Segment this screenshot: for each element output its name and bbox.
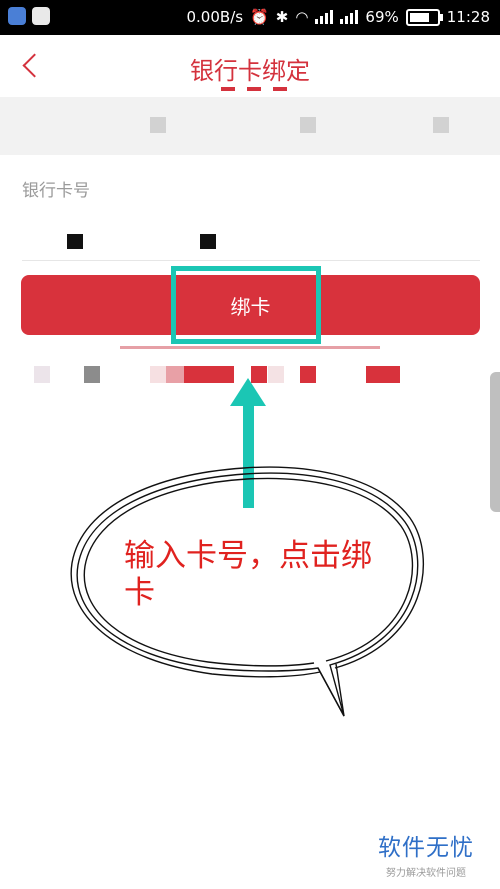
watermark-main: 软件无忧 <box>378 835 474 861</box>
up-arrow-icon <box>230 378 266 508</box>
annotation-overlay <box>70 378 425 717</box>
annotation-text: 输入卡号，点击绑卡 <box>124 538 372 611</box>
watermark-sub: 努力解决软件问题 <box>386 868 466 879</box>
watermark-logo: 软件无忧 努力解决软件问题 <box>378 828 474 879</box>
